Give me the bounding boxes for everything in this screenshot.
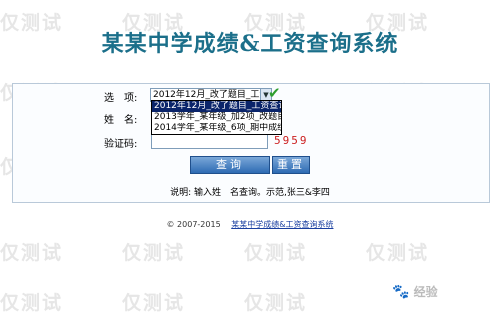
select-label: 选 项: xyxy=(104,93,138,104)
watermark-text: 仅测试 xyxy=(366,242,430,264)
dropdown-option[interactable]: 2012年12月_改了题目_工资查询 xyxy=(152,101,281,112)
page-title: 某某中学成绩&工资查询系统 xyxy=(101,31,399,57)
query-button[interactable]: 查询 xyxy=(190,156,270,174)
watermark-text: 仅测试 xyxy=(122,292,186,314)
dropdown-option[interactable]: 2014学年_某年级_6项_期中成绩 xyxy=(152,123,281,134)
dropdown-option[interactable]: 2013学年_某年级_加2项_改题目 xyxy=(152,112,281,123)
captcha-code: 5959 xyxy=(274,134,309,147)
footer: © 2007-2015 某某中学成绩&工资查询系统 xyxy=(0,219,500,230)
copyright-text: © 2007-2015 xyxy=(166,220,221,229)
watermark-text: 仅测试 xyxy=(122,242,186,264)
captcha-input[interactable] xyxy=(151,134,268,149)
reset-button[interactable]: 重置 xyxy=(272,156,310,174)
name-label: 姓 名: xyxy=(104,115,138,126)
watermark-text: 仅测试 xyxy=(0,292,64,314)
usage-hint: 说明: 输入姓 名查询。示范,张三&李四 xyxy=(170,188,330,198)
watermark-text: 仅测试 xyxy=(244,292,308,314)
select-dropdown-list[interactable]: 2012年12月_改了题目_工资查询 2013学年_某年级_加2项_改题目 20… xyxy=(151,100,282,135)
watermark-text: 仅测试 xyxy=(244,242,308,264)
watermark-text: 仅测试 xyxy=(0,242,64,264)
select-value: 2012年12月_改了题目_工资查询 xyxy=(153,90,271,100)
paw-icon: 🐾 xyxy=(392,284,410,300)
logo: 🐾 经验 xyxy=(392,283,438,300)
footer-link[interactable]: 某某中学成绩&工资查询系统 xyxy=(231,220,333,229)
captcha-label: 验证码: xyxy=(104,139,138,150)
logo-text: 经验 xyxy=(413,285,438,299)
